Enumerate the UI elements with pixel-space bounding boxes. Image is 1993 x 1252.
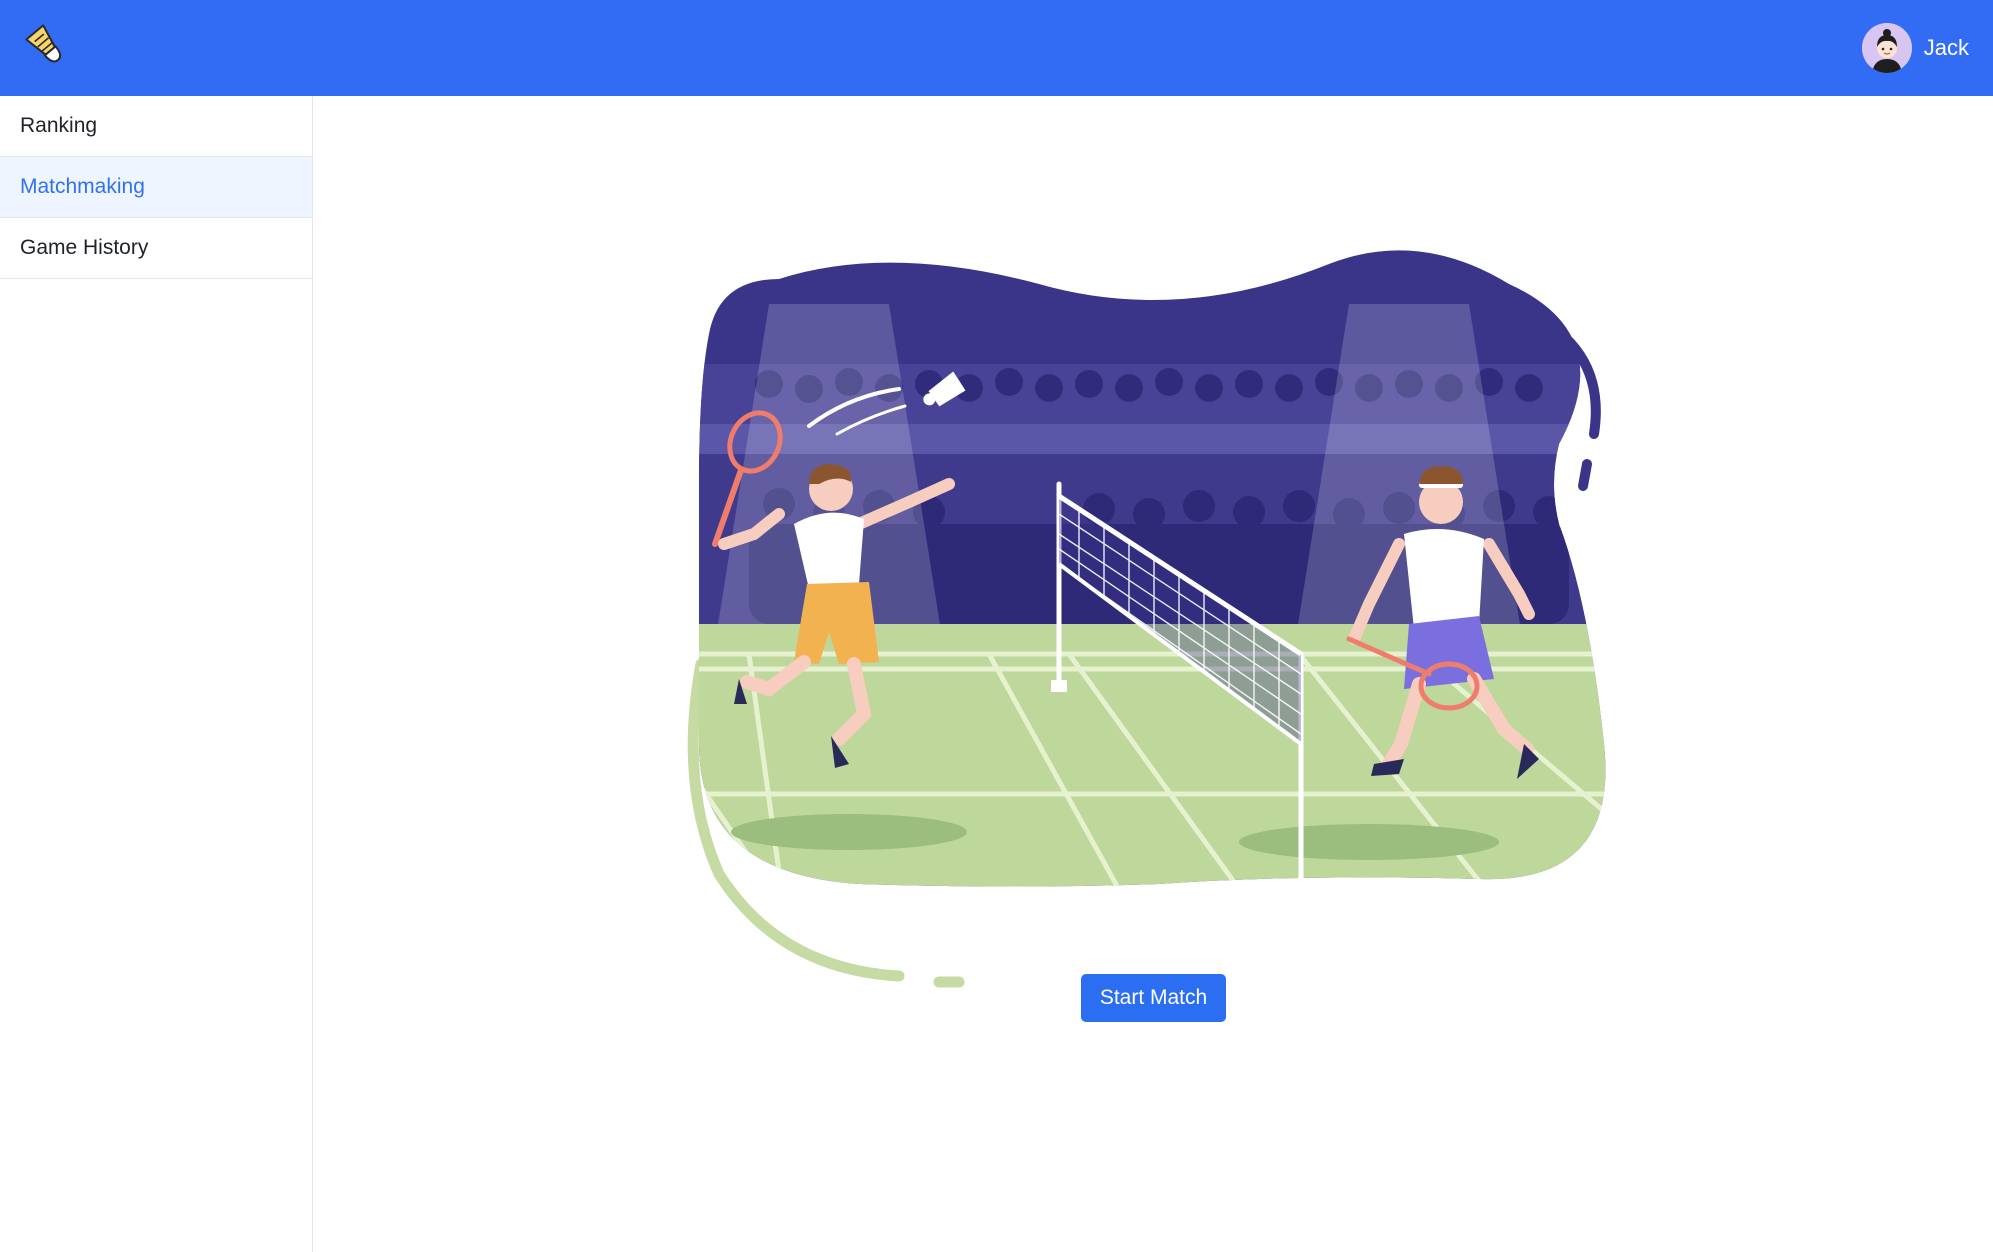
main-content: Start Match (313, 96, 1993, 1252)
sidebar-item-ranking[interactable]: Ranking (0, 96, 312, 157)
sidebar-item-matchmaking[interactable]: Matchmaking (0, 157, 312, 218)
sidebar-item-game-history[interactable]: Game History (0, 218, 312, 279)
user-name[interactable]: Jack (1924, 35, 1969, 61)
badminton-match-illustration (687, 250, 1606, 988)
user-avatar-icon[interactable] (1861, 23, 1912, 73)
top-bar: Jack (0, 0, 1993, 96)
sidebar: Ranking Matchmaking Game History (0, 96, 313, 1252)
start-match-button[interactable]: Start Match (1081, 974, 1226, 1022)
shuttlecock-icon[interactable] (24, 24, 70, 70)
user-menu[interactable]: Jack (1861, 22, 1969, 74)
